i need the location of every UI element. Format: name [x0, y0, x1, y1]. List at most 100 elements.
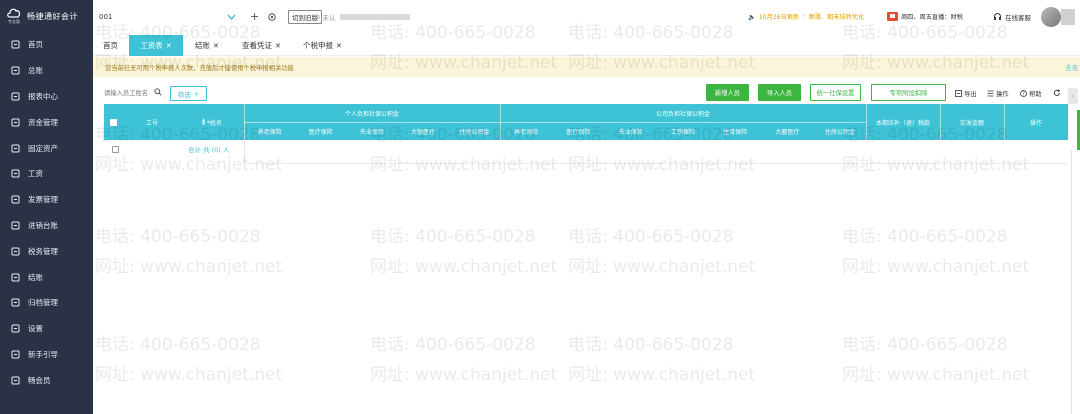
col-action: 操作: [1029, 119, 1042, 127]
asset-icon: [11, 144, 20, 153]
search-icon[interactable]: [154, 88, 162, 98]
vip-icon: [11, 376, 20, 385]
sidebar-item-label: 新手引导: [28, 349, 58, 359]
tab-checkout[interactable]: 结账 ✕: [191, 35, 223, 56]
watermark: 电话: 400-665-0028: [842, 227, 1008, 247]
workspace-name[interactable]: 001: [99, 0, 112, 33]
sidebar-item[interactable]: 发票管理: [0, 187, 93, 213]
chevron-down-icon[interactable]: [227, 0, 236, 33]
sub-column-header: 住房公积金: [824, 128, 855, 136]
sidebar-item[interactable]: 设置: [0, 316, 93, 342]
sidebar-item[interactable]: 税务管理: [0, 238, 93, 264]
watermark: 电话: 400-665-0028: [568, 335, 734, 355]
new-employee-button[interactable]: 新增人员: [706, 84, 749, 101]
sidebar-item[interactable]: 首页: [0, 32, 93, 58]
close-icon[interactable]: ✕: [275, 42, 281, 50]
sidebar-item-label: 税务管理: [28, 246, 58, 256]
close-icon[interactable]: ✕: [213, 42, 219, 50]
scrollbar-track: [1071, 150, 1072, 414]
tab-label: 工资表: [140, 41, 163, 50]
tab-home[interactable]: 首页: [99, 35, 122, 56]
close-icon[interactable]: ✕: [166, 42, 172, 50]
panel-toggle[interactable]: ›: [1068, 88, 1078, 104]
help-icon: ?: [1020, 89, 1027, 97]
row-checkbox[interactable]: [112, 146, 119, 153]
checkout-icon: [11, 273, 20, 282]
status-icon: ⊙: [315, 12, 321, 21]
chart-icon: [11, 92, 20, 101]
avatar[interactable]: [1041, 0, 1061, 33]
invoice-icon: [11, 195, 20, 204]
notice-date: 10月26日更新: [758, 14, 800, 21]
sub-column-header: 养老保险: [257, 128, 282, 136]
sidebar-item-label: 固定资产: [28, 143, 58, 153]
recharge-link[interactable]: 去充: [1065, 57, 1078, 77]
watermark: 网址: www.chanjet.net: [842, 365, 1030, 385]
select-all-checkbox[interactable]: [104, 104, 122, 140]
headset-icon: [994, 13, 1001, 20]
close-icon[interactable]: ✕: [336, 42, 342, 50]
tab-label: 查看凭证: [242, 41, 272, 50]
add-account-button[interactable]: +: [250, 0, 259, 33]
sidebar-item[interactable]: 报表中心: [0, 84, 93, 110]
sub-column-header: 大额医疗: [775, 128, 800, 136]
sidebar-item[interactable]: 结账: [0, 264, 93, 290]
operate-label: 操作: [996, 90, 1009, 98]
sidebar-item[interactable]: 固定资产: [0, 135, 93, 161]
status-label: 未认: [322, 13, 336, 22]
sidebar-item[interactable]: 进销台账: [0, 213, 93, 239]
import-employee-button[interactable]: 导入人员: [758, 84, 801, 101]
col-employee-id[interactable]: 工号: [134, 104, 170, 140]
gear-icon[interactable]: [267, 0, 277, 33]
sub-column-header: 大额医疗: [411, 128, 436, 136]
operate-button[interactable]: 操作: [987, 86, 1009, 100]
special-deduction-button[interactable]: 专项附加扣除: [871, 84, 946, 101]
online-support[interactable]: 在线客服: [993, 0, 1031, 33]
sidebar-item[interactable]: 工资: [0, 161, 93, 187]
col-name-label: *姓名: [207, 119, 223, 127]
user-menu[interactable]: [1061, 0, 1075, 33]
wallet-icon: [11, 118, 20, 127]
group-company: 公司负担社保公积金: [655, 110, 710, 118]
sidebar-item-label: 报表中心: [28, 91, 58, 101]
sub-column-header: 生育保险: [723, 128, 748, 136]
watermark: 网址: www.chanjet.net: [370, 257, 558, 277]
watermark: 网址: www.chanjet.net: [95, 365, 283, 385]
tab-salary-sheet[interactable]: 工资表 ✕: [129, 35, 183, 56]
tab-tax-declare[interactable]: 个税申报 ✕: [299, 35, 346, 56]
banner-text: 您当前已无可用个税申报人次数，充值后才能使用个税申报相关功能: [105, 64, 294, 72]
sub-column-header: 工伤保险: [670, 128, 695, 136]
col-name[interactable]: ▲ ▼ *姓名: [182, 104, 242, 140]
app-logo[interactable]: 专业版 畅捷通好会计: [0, 0, 93, 32]
filter-button[interactable]: 筛选 +: [170, 86, 207, 101]
sidebar-item[interactable]: 总账: [0, 58, 93, 84]
table-header: 工号 ▲ ▼ *姓名 个人负担社保公积金 公司负担社保公积金 养老保险 医疗保险 失业…: [104, 104, 1068, 140]
sidebar-item-label: 发票管理: [28, 195, 58, 205]
sidebar-item-label: 资金管理: [28, 117, 58, 127]
sidebar-item-label: 结账: [28, 272, 43, 282]
export-button[interactable]: 导出: [955, 86, 977, 100]
sidebar-item[interactable]: 资金管理: [0, 109, 93, 135]
sidebar-item[interactable]: 新手引导: [0, 342, 93, 368]
group-personal: 个人负担社保公积金: [344, 110, 399, 118]
refresh-button[interactable]: [1053, 86, 1061, 100]
tab-voucher[interactable]: 查看凭证 ✕: [238, 35, 285, 56]
speaker-icon: 🔈: [748, 13, 756, 21]
sort-icon[interactable]: ▲ ▼: [202, 118, 205, 126]
sub-column-header: 医疗保险: [308, 128, 333, 136]
update-notice[interactable]: 🔈 10月26日更新 ：摩薄、期末结转优化: [748, 0, 864, 33]
top-bar: 001 + 切到旧版 ⊙ 未认 🔈 10月26日更新 ：摩薄、期末结转优化 周四…: [93, 0, 1080, 33]
watermark: 网址: www.chanjet.net: [95, 257, 283, 277]
sidebar-item[interactable]: 归档管理: [0, 290, 93, 316]
live-icon: [887, 12, 898, 21]
social-security-button[interactable]: 统一社保设置: [810, 84, 861, 101]
watermark: 电话: 400-665-0028: [842, 335, 1008, 355]
watermark: 电话: 400-665-0028: [95, 335, 261, 355]
logo-icon: 专业版: [4, 6, 24, 26]
sidebar-item[interactable]: 畅会员: [0, 367, 93, 393]
svg-text:?: ?: [1022, 91, 1025, 97]
salary-table: 工号 ▲ ▼ *姓名 个人负担社保公积金 公司负担社保公积金 养老保险 医疗保险 失业…: [104, 104, 1068, 164]
plus-icon: +: [193, 89, 200, 98]
live-notice[interactable]: 周四、周五直播：财税: [887, 0, 963, 33]
help-button[interactable]: ? 帮助: [1020, 86, 1042, 100]
